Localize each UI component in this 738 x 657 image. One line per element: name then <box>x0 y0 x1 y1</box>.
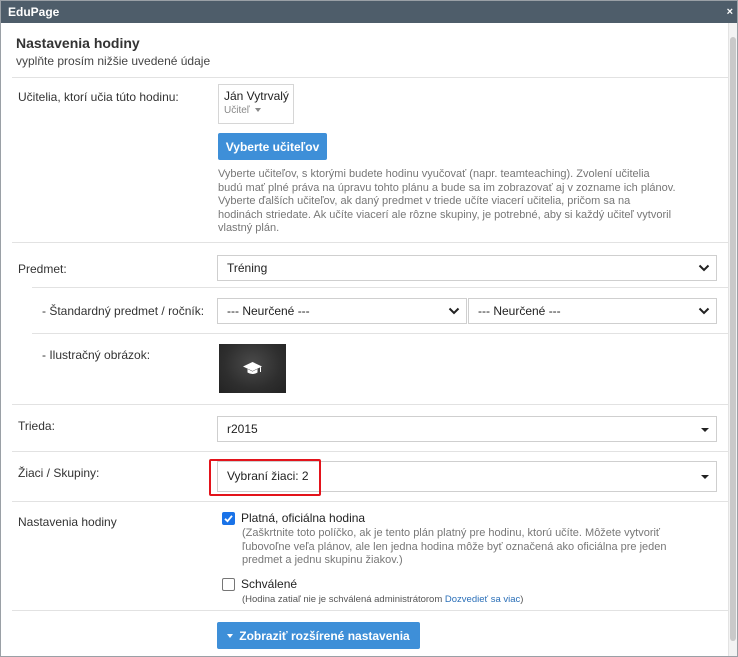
standard-subject-label: - Štandardný predmet / ročník: <box>42 304 205 318</box>
checkmark-icon <box>224 515 233 523</box>
grade-value: --- Neurčené --- <box>478 304 561 318</box>
official-lesson-checkbox[interactable] <box>222 512 235 525</box>
divider <box>12 451 728 452</box>
help-line: ľubovoľne veľa plánov, ale len jedna hod… <box>242 540 667 553</box>
caret-down-icon <box>227 634 234 639</box>
subject-value: Tréning <box>227 261 268 275</box>
class-value: r2015 <box>227 422 258 436</box>
divider <box>12 242 728 243</box>
illustration-image[interactable] <box>219 344 286 393</box>
subject-label: Predmet: <box>18 262 67 276</box>
divider <box>12 501 728 502</box>
approved-checkbox[interactable] <box>222 578 235 591</box>
teacher-name: Ján Vytrvalý <box>224 89 289 103</box>
help-line: (Zaškrtnite toto políčko, ak je tento pl… <box>242 527 661 539</box>
divider <box>12 610 728 611</box>
graduation-cap-icon <box>243 362 262 374</box>
show-advanced-settings-label: Zobraziť rozšírené nastavenia <box>239 628 410 643</box>
divider <box>12 404 728 405</box>
close-icon[interactable]: × <box>727 1 733 23</box>
divider <box>12 77 728 78</box>
chevron-down-icon <box>698 307 710 315</box>
teacher-card[interactable]: Ján Vytrvalý Učiteľ <box>218 84 294 124</box>
class-select[interactable]: r2015 <box>217 416 717 442</box>
approved-label[interactable]: Schválené <box>241 577 297 591</box>
help-line: predmet a jednu skupinu žiakov.) <box>242 554 403 566</box>
caret-down-icon <box>701 475 709 479</box>
chevron-down-icon <box>448 307 460 315</box>
grade-select[interactable]: --- Neurčené --- <box>468 298 717 324</box>
dialog-content: Nastavenia hodiny vyplňte prosím nižšie … <box>2 23 728 656</box>
window-titlebar[interactable]: EduPage × <box>1 1 737 23</box>
standard-subject-value: --- Neurčené --- <box>227 304 310 318</box>
page-title: Nastavenia hodiny <box>16 35 140 51</box>
help-line: vlastný plán. <box>218 222 280 234</box>
class-label: Trieda: <box>18 419 55 433</box>
illustration-label: - Ilustračný obrázok: <box>42 348 151 362</box>
window-title: EduPage <box>8 5 60 19</box>
lesson-settings-label: Nastavenia hodiny <box>18 515 117 529</box>
select-teachers-button[interactable]: Vyberte učiteľov <box>218 133 327 160</box>
scrollbar-thumb[interactable] <box>730 37 736 641</box>
teachers-help-text: Vyberte učiteľov, s ktorými budete hodin… <box>218 168 718 236</box>
official-lesson-label[interactable]: Platná, oficiálna hodina <box>241 511 365 525</box>
subject-select[interactable]: Tréning <box>217 255 717 281</box>
teacher-role-dropdown[interactable]: Učiteľ <box>224 105 293 116</box>
learn-more-link[interactable]: Dozvedieť sa viac <box>445 594 520 605</box>
official-help-text: (Zaškrtnite toto políčko, ak je tento pl… <box>242 527 722 568</box>
teachers-label: Učitelia, ktorí učia túto hodinu: <box>18 90 179 104</box>
approved-note-end: ) <box>520 594 524 605</box>
show-advanced-settings-button[interactable]: Zobraziť rozšírené nastavenia <box>217 622 420 649</box>
approved-note: (Hodina zatiaľ nie je schválená administ… <box>242 593 523 607</box>
students-label: Žiaci / Skupiny: <box>18 466 100 480</box>
help-line: Vyberte ďalších učiteľov, ak daný predme… <box>218 195 631 207</box>
help-line: Vyberte učiteľov, s ktorými budete hodin… <box>218 168 650 180</box>
approved-note-text: (Hodina zatiaľ nie je schválená administ… <box>242 594 443 605</box>
help-line: budú mať plné práva na úpravu tohto plán… <box>218 181 676 194</box>
help-line: hodinách striedate. Ak učíte viacerí ale… <box>218 208 672 221</box>
chevron-down-icon <box>698 264 710 272</box>
teacher-role: Učiteľ <box>224 105 250 116</box>
caret-down-icon <box>701 428 709 432</box>
dialog-window: EduPage × Nastavenia hodiny vyplňte pros… <box>0 0 738 657</box>
scrollbar[interactable] <box>728 23 737 656</box>
standard-subject-select[interactable]: --- Neurčené --- <box>217 298 467 324</box>
divider <box>32 287 728 288</box>
divider <box>32 333 728 334</box>
page-subtitle: vyplňte prosím nižšie uvedené údaje <box>16 54 211 68</box>
highlight-box <box>209 459 321 496</box>
caret-down-icon <box>254 108 261 113</box>
